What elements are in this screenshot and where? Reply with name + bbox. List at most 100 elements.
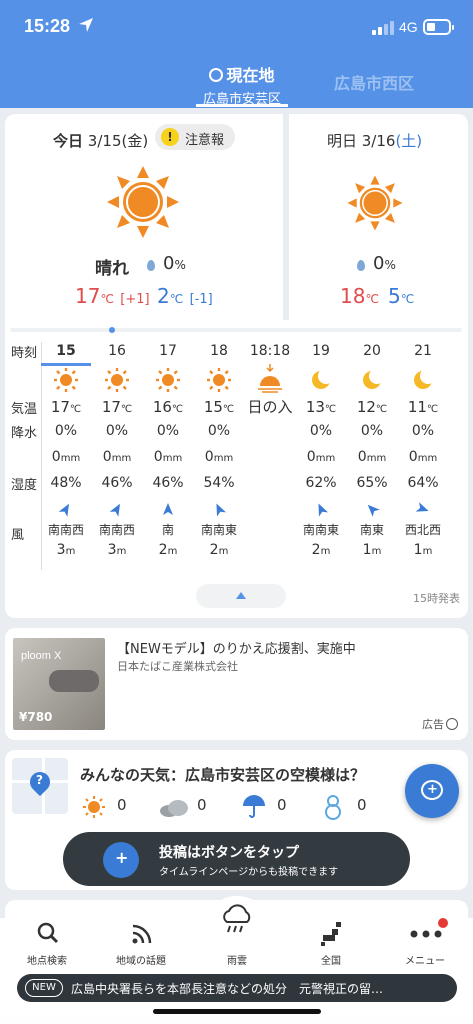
today-word: 今日 xyxy=(53,132,84,150)
hour-column: 21 11℃ 0% 0mm 64% 西北西 1m xyxy=(398,340,448,560)
sun-icon xyxy=(207,368,231,392)
vote-count-cloud: 0 xyxy=(197,796,207,814)
hour-wind-speed-value: 3 xyxy=(56,542,66,558)
post-tooltip[interactable]: 投稿はボタンをタップ タイムラインページからも投稿できます xyxy=(63,832,410,886)
today-weather: 晴れ xyxy=(95,259,129,279)
ad-image-price: ¥780 xyxy=(19,710,53,724)
hour-rain-value: 0 xyxy=(357,449,367,465)
hour-time: 17 xyxy=(159,343,177,359)
hour-wind-speed-value: 1 xyxy=(362,542,372,558)
more-icon xyxy=(410,930,442,938)
today-tmax-diff: [+1] xyxy=(120,292,150,307)
snowman-icon[interactable] xyxy=(323,794,343,820)
hour-column: 19 13℃ 0% 0mm 62% 南南東 2m xyxy=(296,340,346,560)
hour-wind-speed-unit: m xyxy=(65,546,76,557)
map-thumbnail: ? xyxy=(12,758,68,814)
tab-current-location[interactable]: 現在地 広島市安芸区 xyxy=(196,62,288,107)
tab-local-topics[interactable]: 地域の話題 xyxy=(96,918,186,967)
cloud-icon[interactable] xyxy=(159,798,189,818)
rain-cloud-icon xyxy=(223,904,251,933)
today-tmax: 17℃ [+1] xyxy=(75,284,150,308)
ad-image[interactable]: ploom X ¥780 xyxy=(13,638,105,730)
hour-rain-value: 0 xyxy=(51,449,61,465)
today-tmax-value: 17 xyxy=(75,284,101,308)
hour-temp: 13℃ xyxy=(296,396,346,418)
tooltip-title: 投稿はボタンをタップ xyxy=(159,845,299,861)
hour-time: 21 xyxy=(414,343,432,359)
moon-icon xyxy=(363,368,384,389)
hour-rain-unit: mm xyxy=(60,453,81,464)
home-indicator[interactable] xyxy=(153,1009,321,1014)
sun-icon xyxy=(156,368,180,392)
hour-humidity: 65% xyxy=(356,475,388,491)
hour-rain: 0mm xyxy=(194,444,244,470)
hourly-scroll-track[interactable] xyxy=(10,328,462,332)
tomorrow-dow: (土) xyxy=(395,132,423,150)
question-icon: ? xyxy=(36,773,43,787)
tab-local-topics-label: 地域の話題 xyxy=(116,956,166,967)
hour-rain: 0mm xyxy=(143,444,193,470)
hour-humidity: 64% xyxy=(407,475,439,491)
row-label-time: 時刻 xyxy=(11,346,38,361)
today-tmin-diff: [-1] xyxy=(189,292,213,307)
current-location-label: 現在地 xyxy=(226,66,275,85)
tab-search[interactable]: 地点検索 xyxy=(2,918,92,967)
location-arrow-icon xyxy=(79,18,93,32)
hour-temp: 17℃ xyxy=(41,396,91,418)
umbrella-icon[interactable] xyxy=(241,794,267,820)
hourly-forecast[interactable]: 時刻 気温 降水 湿度 風 15 17℃ 0% 0mm 48% 南南西 3m 16 17℃ 0% 0… xyxy=(5,340,468,576)
hour-wind-dir: 南 xyxy=(161,523,174,537)
wind-arrow-icon xyxy=(109,503,120,517)
hour-rain: 0mm xyxy=(41,444,91,470)
hour-temp-value: 11 xyxy=(407,398,427,416)
signal-icon xyxy=(372,21,394,35)
ad-card[interactable]: ploom X ¥780 【NEWモデル】のりかえ応援割、実施中 日本たばこ産業… xyxy=(5,628,468,740)
hour-temp-unit: ℃ xyxy=(69,404,82,415)
hour-rain-value: 0 xyxy=(102,449,112,465)
sun-icon[interactable] xyxy=(83,796,105,818)
hour-temp-unit: ℃ xyxy=(120,404,133,415)
hour-precip: 0% xyxy=(411,423,435,439)
tomorrow-precip-value: 0 xyxy=(373,253,385,274)
status-time: 15:28 xyxy=(24,16,71,36)
moon-icon xyxy=(414,368,435,389)
hour-wind-speed: 2m xyxy=(143,540,193,560)
hour-temp-value: 16 xyxy=(152,398,172,416)
vote-count-rain: 0 xyxy=(277,796,287,814)
hour-temp-value: 17 xyxy=(50,398,70,416)
hour-precip: 0% xyxy=(105,423,129,439)
hour-rain-unit: mm xyxy=(315,453,336,464)
hour-wind-speed-unit: m xyxy=(167,546,178,557)
tomorrow-tmin-unit: ℃ xyxy=(400,292,415,306)
today-tmin: 2℃ [-1] xyxy=(157,284,213,308)
today-dow: (金) xyxy=(121,132,149,150)
tab-rain-radar[interactable]: 雨雲 xyxy=(192,894,282,967)
hour-wind-speed: 3m xyxy=(92,540,142,560)
row-label-precip: 降水 xyxy=(11,426,38,441)
wind-arrow-icon xyxy=(58,503,69,517)
expand-button[interactable] xyxy=(196,584,286,608)
hour-wind-dir: 南南東 xyxy=(200,523,237,537)
hour-temp-unit: ℃ xyxy=(324,404,337,415)
hour-temp: 17℃ xyxy=(92,396,142,418)
ad-title[interactable]: 【NEWモデル】のりかえ応援割、実施中 xyxy=(117,638,356,657)
tab-other-location[interactable]: 広島市西区 xyxy=(334,70,414,94)
tab-menu[interactable]: メニュー xyxy=(380,918,470,967)
hour-wind-dir: 南南西 xyxy=(98,523,135,537)
news-ticker[interactable]: NEW 広島中央署長らを本部長注意などの処分 元警視正の留… xyxy=(17,974,457,1002)
warning-badge[interactable]: ! 注意報 xyxy=(155,124,235,150)
warning-label: 注意報 xyxy=(185,133,225,148)
issued-time: 15時発表 xyxy=(413,592,460,605)
tab-rain-radar-label: 雨雲 xyxy=(227,956,247,967)
ad-tag[interactable]: 広告 xyxy=(422,716,458,732)
post-button[interactable]: + xyxy=(405,764,459,818)
hourly-scroll-thumb[interactable] xyxy=(109,327,115,333)
tab-nationwide[interactable]: 全国 xyxy=(286,918,376,967)
japan-map-icon xyxy=(321,922,341,946)
today-precip-unit: % xyxy=(174,258,186,272)
tomorrow-tmax: 18℃ xyxy=(340,284,379,308)
hour-rain-unit: mm xyxy=(213,453,234,464)
today-label: 今日 3/15(金) xyxy=(53,130,148,151)
sunset-label: 日の入 xyxy=(247,398,293,416)
news-text[interactable]: 広島中央署長らを本部長注意などの処分 元警視正の留… xyxy=(71,980,451,997)
